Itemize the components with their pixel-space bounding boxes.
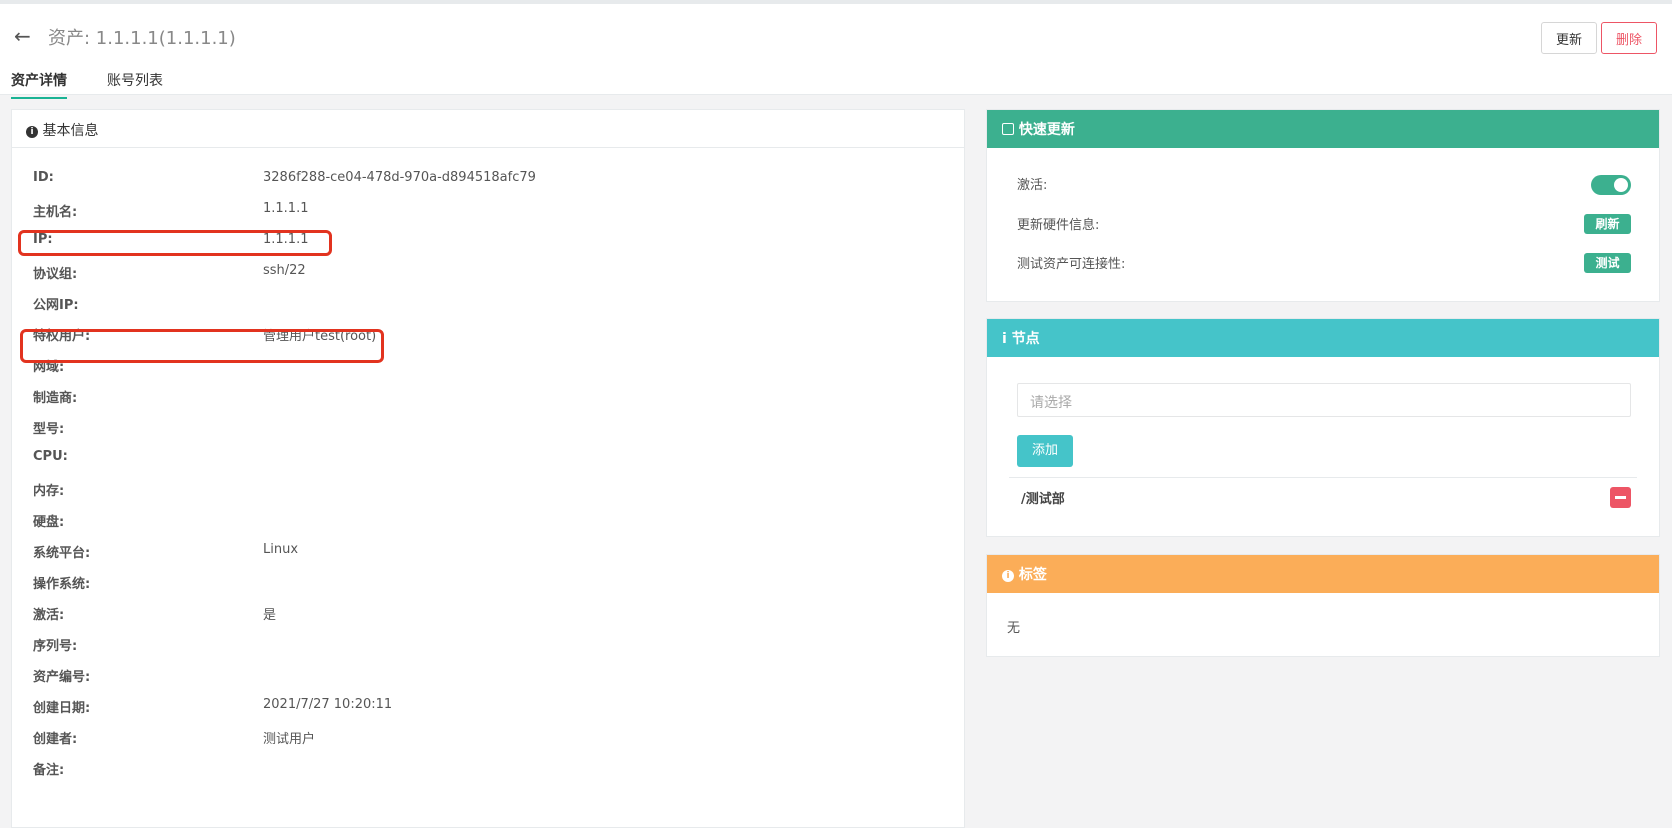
info-row-comment: 备注: — [12, 759, 964, 779]
info-row-created-by: 创建者: 测试用户 — [12, 728, 964, 748]
tags-panel: i 标签 无 — [986, 554, 1660, 657]
info-row-serial: 序列号: — [12, 635, 964, 655]
info-icon: i — [1002, 331, 1007, 347]
info-circle-icon: i — [1002, 570, 1014, 582]
hardware-label: 更新硬件信息: — [1017, 218, 1100, 233]
tab-label: 资产详情 — [11, 73, 67, 89]
active-toggle[interactable] — [1591, 175, 1631, 195]
info-circle-icon: i — [26, 126, 38, 138]
info-row-created-date: 创建日期: 2021/7/27 10:20:11 — [12, 697, 964, 717]
info-row-protocols: 协议组: ssh/22 — [12, 263, 964, 283]
info-row-os: 操作系统: — [12, 573, 964, 593]
info-row-disk: 硬盘: — [12, 511, 964, 531]
info-value: 2021/7/27 10:20:11 — [263, 697, 393, 712]
refresh-button[interactable]: 刷新 — [1584, 214, 1631, 234]
active-label: 激活: — [1017, 178, 1048, 193]
nodes-header: i 节点 — [987, 319, 1659, 357]
info-value: Linux — [263, 542, 299, 557]
info-key: 创建者: — [33, 732, 78, 747]
info-key: 系统平台: — [33, 546, 91, 561]
node-item: /测试部 — [1021, 492, 1065, 507]
page-title: 资产: 1.1.1.1(1.1.1.1) — [48, 28, 236, 49]
info-key: 备注: — [33, 763, 65, 778]
tags-value: 无 — [1007, 621, 1021, 636]
tags-header: i 标签 — [987, 555, 1659, 593]
info-row-vendor: 制造商: — [12, 387, 964, 407]
tab-account-list[interactable]: 账号列表 — [107, 70, 163, 90]
info-value: ssh/22 — [263, 263, 306, 278]
divider — [1009, 477, 1637, 478]
info-row-hostname: 主机名: 1.1.1.1 — [12, 201, 964, 221]
info-value: 是 — [263, 608, 277, 623]
remove-node-button[interactable] — [1610, 487, 1631, 508]
nodes-panel: i 节点 请选择 添加 /测试部 — [986, 318, 1660, 537]
info-key: 公网IP: — [33, 298, 79, 313]
info-key: 型号: — [33, 422, 65, 437]
page-header: ← 资产: 1.1.1.1(1.1.1.1) 更新 删除 资产详情 账号列表 — [0, 0, 1672, 99]
tags-title: 标签 — [1018, 567, 1047, 583]
info-value: 3286f288-ce04-478d-970a-d894518afc79 — [263, 170, 536, 185]
tab-asset-detail[interactable]: 资产详情 — [11, 70, 67, 99]
info-key: 创建日期: — [33, 701, 91, 716]
info-key: ID: — [33, 170, 54, 185]
info-value: 1.1.1.1 — [263, 201, 309, 216]
toggle-knob — [1614, 178, 1628, 192]
info-key: 操作系统: — [33, 577, 91, 592]
info-row-asset-number: 资产编号: — [12, 666, 964, 686]
info-row-memory: 内存: — [12, 480, 964, 500]
info-key: 序列号: — [33, 639, 78, 654]
basic-info-panel: i 基本信息 ID: 3286f288-ce04-478d-970a-d89451… — [11, 109, 965, 828]
info-key: 资产编号: — [33, 670, 91, 685]
node-select[interactable]: 请选择 — [1017, 383, 1631, 417]
delete-button[interactable]: 删除 — [1601, 22, 1657, 54]
info-row-active: 激活: 是 — [12, 604, 964, 624]
quick-update-panel: 快速更新 激活: 更新硬件信息: 刷新 测试资产可连接性: 测试 — [986, 109, 1660, 302]
connectivity-label: 测试资产可连接性: — [1017, 257, 1126, 272]
info-row-public-ip: 公网IP: — [12, 294, 964, 314]
info-row-cpu: CPU: — [12, 449, 964, 469]
info-key: 制造商: — [33, 391, 78, 406]
info-value: 测试用户 — [263, 732, 316, 747]
quick-update-title: 快速更新 — [1018, 122, 1075, 138]
info-row-id: ID: 3286f288-ce04-478d-970a-d894518afc79 — [12, 170, 964, 190]
quick-update-header: 快速更新 — [987, 110, 1659, 148]
info-row-platform: 系统平台: Linux — [12, 542, 964, 562]
edit-icon — [1002, 123, 1014, 135]
info-key: 内存: — [33, 484, 65, 499]
basic-info-header: i 基本信息 — [12, 110, 964, 148]
nodes-title: 节点 — [1011, 331, 1040, 347]
info-key: CPU: — [33, 449, 68, 464]
update-button[interactable]: 更新 — [1541, 22, 1597, 54]
highlight-admin-user-row — [20, 329, 384, 363]
info-key: 硬盘: — [33, 515, 65, 530]
arrow-left-icon[interactable]: ← — [14, 26, 31, 46]
info-row-model: 型号: — [12, 418, 964, 438]
test-button[interactable]: 测试 — [1584, 253, 1631, 273]
info-key: 主机名: — [33, 205, 78, 220]
basic-info-title: 基本信息 — [42, 123, 99, 139]
info-key: 激活: — [33, 608, 65, 623]
info-key: 协议组: — [33, 267, 78, 282]
highlight-ip-row — [18, 230, 332, 256]
add-node-button[interactable]: 添加 — [1017, 435, 1073, 467]
tab-active-underline — [11, 97, 67, 99]
